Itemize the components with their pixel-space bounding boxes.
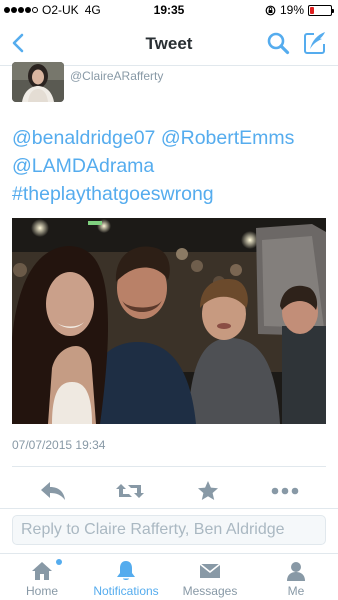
favorite-button[interactable] <box>193 478 223 504</box>
more-button[interactable] <box>270 478 300 504</box>
tab-label: Messages <box>182 584 238 598</box>
reply-input[interactable]: Reply to Claire Rafferty, Ben Aldridge <box>12 515 326 545</box>
tab-home[interactable]: Home <box>0 554 84 600</box>
tab-notifications[interactable]: Notifications <box>84 554 168 600</box>
tab-bar: Home Notifications Messages Me <box>0 553 338 600</box>
battery-icon <box>308 4 334 16</box>
tweet-photo[interactable] <box>12 218 326 424</box>
tab-label: Home <box>25 584 58 598</box>
home-icon <box>32 562 52 580</box>
tab-label: Me <box>287 584 305 598</box>
author-avatar[interactable] <box>12 62 64 102</box>
tab-messages[interactable]: Messages <box>168 554 252 600</box>
tweet-line-mention[interactable]: @LAMDAdrama <box>12 152 332 180</box>
tab-label: Notifications <box>93 584 159 598</box>
unread-dot <box>56 559 62 565</box>
selfie-image <box>12 218 326 424</box>
retweet-icon <box>116 484 144 498</box>
divider <box>12 466 326 467</box>
star-icon <box>198 481 218 500</box>
more-icon <box>271 487 299 495</box>
tweet-actions <box>0 478 338 506</box>
tweet-line-mentions[interactable]: @benaldridge07 @RobertEmms <box>12 124 332 152</box>
bell-icon <box>117 561 135 580</box>
search-icon <box>267 32 290 55</box>
avatar-photo <box>12 62 64 102</box>
reply-icon <box>41 482 65 500</box>
author-handle[interactable]: @ClaireARafferty <box>70 69 163 83</box>
battery-status: 19% <box>265 3 334 17</box>
envelope-icon <box>199 563 221 578</box>
navigation-bar: Tweet <box>0 20 338 66</box>
divider <box>0 508 338 509</box>
compose-button[interactable] <box>302 30 328 56</box>
tweet-line-hashtag[interactable]: #theplaythatgoeswrong <box>12 180 332 208</box>
status-bar: O2-UK 4G 19:35 19% <box>0 0 338 20</box>
compose-icon <box>304 32 325 54</box>
tab-me[interactable]: Me <box>254 554 338 600</box>
search-button[interactable] <box>266 31 290 55</box>
rotation-lock-icon <box>265 5 276 15</box>
battery-percent: 19% <box>279 3 304 17</box>
reply-button[interactable] <box>38 478 68 504</box>
person-icon <box>287 562 305 581</box>
tweet-timestamp: 07/07/2015 19:34 <box>12 438 106 452</box>
retweet-button[interactable] <box>114 478 146 504</box>
tweet-text: @benaldridge07 @RobertEmms @LAMDAdrama #… <box>12 124 332 208</box>
